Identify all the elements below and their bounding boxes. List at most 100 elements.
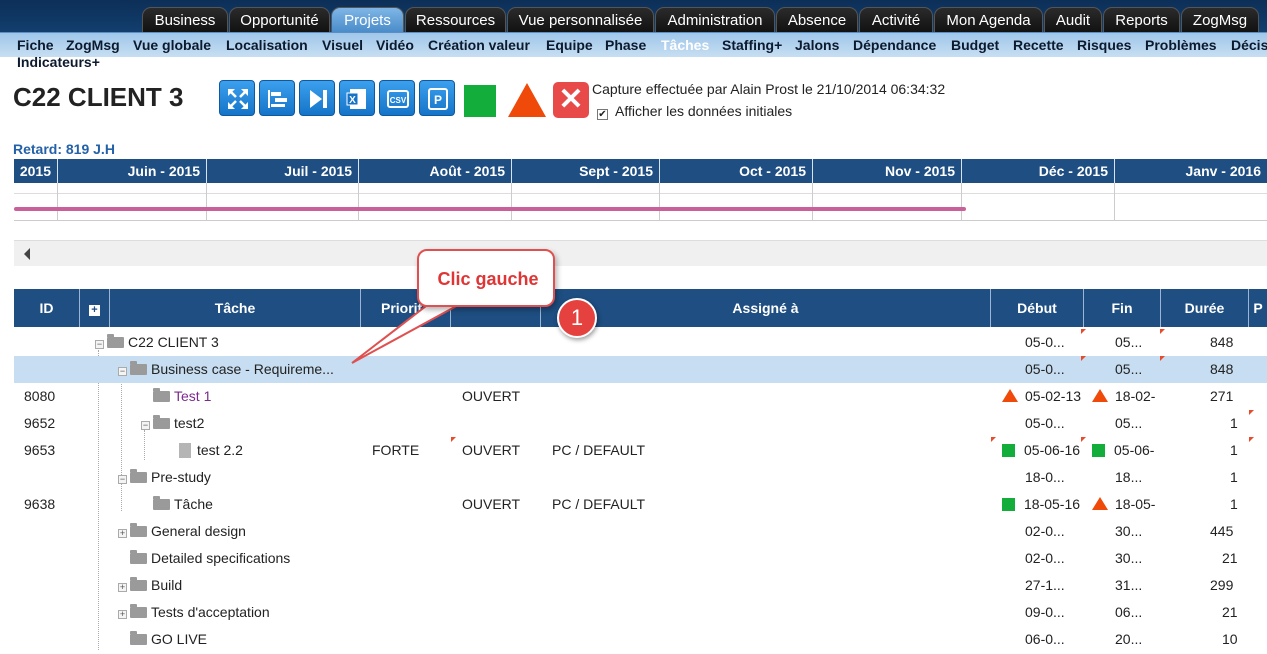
subnav-indicateurs[interactable]: Indicateurs+ — [17, 54, 100, 70]
column-debut[interactable]: Début — [991, 289, 1084, 327]
subnav-creation-valeur[interactable]: Création valeur — [428, 37, 530, 53]
tab-opportunite[interactable]: Opportunité — [229, 7, 330, 32]
comment-marker — [1160, 329, 1165, 334]
tab-reports[interactable]: Reports — [1103, 7, 1180, 32]
tab-absence[interactable]: Absence — [776, 7, 858, 32]
duration: 21 — [1222, 550, 1238, 566]
svg-text:CSV: CSV — [390, 96, 407, 105]
subnav-vue-globale[interactable]: Vue globale — [133, 37, 211, 53]
close-button[interactable]: ✕ — [553, 82, 589, 118]
gantt-project-bar[interactable] — [14, 207, 966, 211]
task-id: 9652 — [24, 415, 56, 431]
task-row[interactable]: + Tests d'acceptation 09-0... 06... 21 — [14, 599, 1267, 626]
subnav-recette[interactable]: Recette — [1013, 37, 1064, 53]
show-initial-data-checkbox[interactable]: ✔ — [597, 109, 608, 120]
status-red-triangle-button[interactable] — [508, 83, 546, 117]
tab-administration[interactable]: Administration — [655, 7, 775, 32]
gantt-button[interactable] — [259, 80, 295, 116]
expand-icon[interactable]: + — [118, 583, 127, 592]
scroll-left-icon[interactable] — [24, 248, 30, 260]
task-name[interactable]: Detailed specifications — [151, 550, 290, 566]
gantt-body — [14, 183, 1267, 221]
subnav-taches[interactable]: Tâches — [661, 37, 709, 53]
tab-vue-personnalisee[interactable]: Vue personnalisée — [507, 7, 654, 32]
task-name[interactable]: General design — [151, 523, 246, 539]
tab-zogmsg[interactable]: ZogMsg — [1181, 7, 1259, 32]
tab-ressources[interactable]: Ressources — [405, 7, 506, 32]
task-row[interactable]: 9638 Tâche OUVERT PC / DEFAULT 18-05-16 … — [14, 491, 1267, 518]
subnav-problemes[interactable]: Problèmes — [1145, 37, 1217, 53]
skip-end-icon — [310, 90, 327, 108]
show-initial-data-row[interactable]: ✔ Afficher les données initiales — [597, 103, 792, 120]
start-date: 09-0... — [1025, 604, 1065, 620]
end-date: 30... — [1115, 550, 1143, 566]
column-duree[interactable]: Durée — [1161, 289, 1249, 327]
tab-mon-agenda[interactable]: Mon Agenda — [934, 7, 1043, 32]
subnav-risques[interactable]: Risques — [1077, 37, 1131, 53]
task-row[interactable]: 8080 Test 1 OUVERT 05-02-13 18-02- 271 — [14, 383, 1267, 410]
subnav-jalons[interactable]: Jalons — [795, 37, 839, 53]
task-name[interactable]: Test 1 — [174, 388, 211, 404]
gantt-month: Juin - 2015 — [58, 159, 207, 183]
column-p[interactable]: P — [1249, 289, 1267, 327]
collapse-icon[interactable]: − — [95, 340, 104, 349]
red-triangle-icon — [1002, 389, 1018, 402]
end-date: 18-05- — [1115, 496, 1156, 512]
tab-activite[interactable]: Activité — [859, 7, 933, 32]
task-row-selected[interactable]: − Business case - Requireme... 05-0... 05… — [14, 356, 1267, 383]
folder-icon — [130, 577, 147, 591]
task-name[interactable]: Tâche — [174, 496, 213, 512]
status-green-button[interactable] — [464, 85, 496, 117]
column-tache[interactable]: Tâche — [110, 289, 361, 327]
task-name[interactable]: Business case - Requireme... — [151, 361, 334, 377]
task-row[interactable]: 9653 test 2.2 FORTE OUVERT PC / DEFAULT … — [14, 437, 1267, 464]
task-row[interactable]: Detailed specifications 02-0... 30... 21 — [14, 545, 1267, 572]
column-fin[interactable]: Fin — [1084, 289, 1161, 327]
task-name[interactable]: Tests d'acceptation — [151, 604, 270, 620]
subnav-equipe[interactable]: Equipe — [546, 37, 593, 53]
fullscreen-button[interactable] — [219, 80, 255, 116]
folder-icon — [153, 496, 170, 510]
subnav-staffing[interactable]: Staffing+ — [722, 37, 782, 53]
subnav-decis[interactable]: Décis — [1231, 37, 1267, 53]
expand-icon[interactable]: + — [118, 529, 127, 538]
subnav-budget[interactable]: Budget — [951, 37, 999, 53]
collapse-icon[interactable]: − — [118, 367, 127, 376]
task-row[interactable]: 9652 − test2 05-0... 05... 1 — [14, 410, 1267, 437]
collapse-icon[interactable]: − — [141, 421, 150, 430]
task-name[interactable]: test2 — [174, 415, 204, 431]
column-expand[interactable]: + — [80, 289, 110, 327]
column-assigne[interactable]: Assigné à — [541, 289, 991, 327]
expand-all-icon[interactable]: + — [89, 305, 100, 316]
p-button[interactable]: P — [419, 80, 455, 116]
task-name[interactable]: GO LIVE — [151, 631, 207, 647]
column-id[interactable]: ID — [14, 289, 80, 327]
task-row[interactable]: + General design 02-0... 30... 445 — [14, 518, 1267, 545]
excel-export-button[interactable]: X — [339, 80, 375, 116]
subnav-zogmsg[interactable]: ZogMsg — [66, 37, 120, 53]
tab-audit[interactable]: Audit — [1044, 7, 1102, 32]
gantt-scrollbar[interactable] — [14, 240, 1267, 266]
subnav-localisation[interactable]: Localisation — [226, 37, 308, 53]
tab-projets[interactable]: Projets — [331, 7, 404, 32]
task-name[interactable]: C22 CLIENT 3 — [128, 334, 219, 350]
tab-business[interactable]: Business — [142, 7, 228, 32]
task-name[interactable]: test 2.2 — [197, 442, 243, 458]
task-name[interactable]: Build — [151, 577, 182, 593]
capture-info: Capture effectuée par Alain Prost le 21/… — [592, 81, 946, 97]
task-row[interactable]: GO LIVE 06-0... 20... 10 — [14, 626, 1267, 653]
skip-end-button[interactable] — [299, 80, 335, 116]
task-row[interactable]: − Pre-study 18-0... 18... 1 — [14, 464, 1267, 491]
collapse-icon[interactable]: − — [118, 475, 127, 484]
subnav-video[interactable]: Vidéo — [376, 37, 414, 53]
csv-export-button[interactable]: CSV — [379, 80, 415, 116]
end-date: 05... — [1115, 334, 1143, 350]
expand-icon[interactable]: + — [118, 610, 127, 619]
subnav-phase[interactable]: Phase — [605, 37, 646, 53]
task-row[interactable]: − C22 CLIENT 3 05-0... 05... 848 — [14, 329, 1267, 356]
subnav-visuel[interactable]: Visuel — [322, 37, 363, 53]
subnav-fiche[interactable]: Fiche — [17, 37, 54, 53]
task-name[interactable]: Pre-study — [151, 469, 211, 485]
subnav-dependance[interactable]: Dépendance — [853, 37, 936, 53]
task-row[interactable]: + Build 27-1... 31... 299 — [14, 572, 1267, 599]
